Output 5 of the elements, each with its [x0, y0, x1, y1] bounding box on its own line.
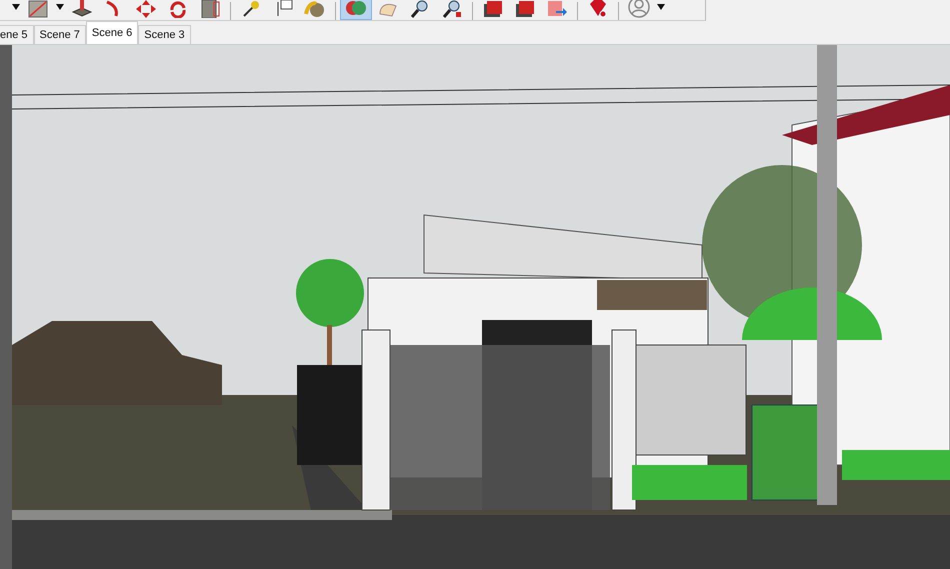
scene-tab[interactable]: ene 5 [0, 25, 34, 44]
scene-tab[interactable]: Scene 6 [86, 21, 138, 44]
orbit-icon[interactable] [340, 0, 372, 20]
scene-tab[interactable]: Scene 7 [34, 25, 86, 44]
scene-tab[interactable]: Scene 3 [138, 25, 191, 44]
